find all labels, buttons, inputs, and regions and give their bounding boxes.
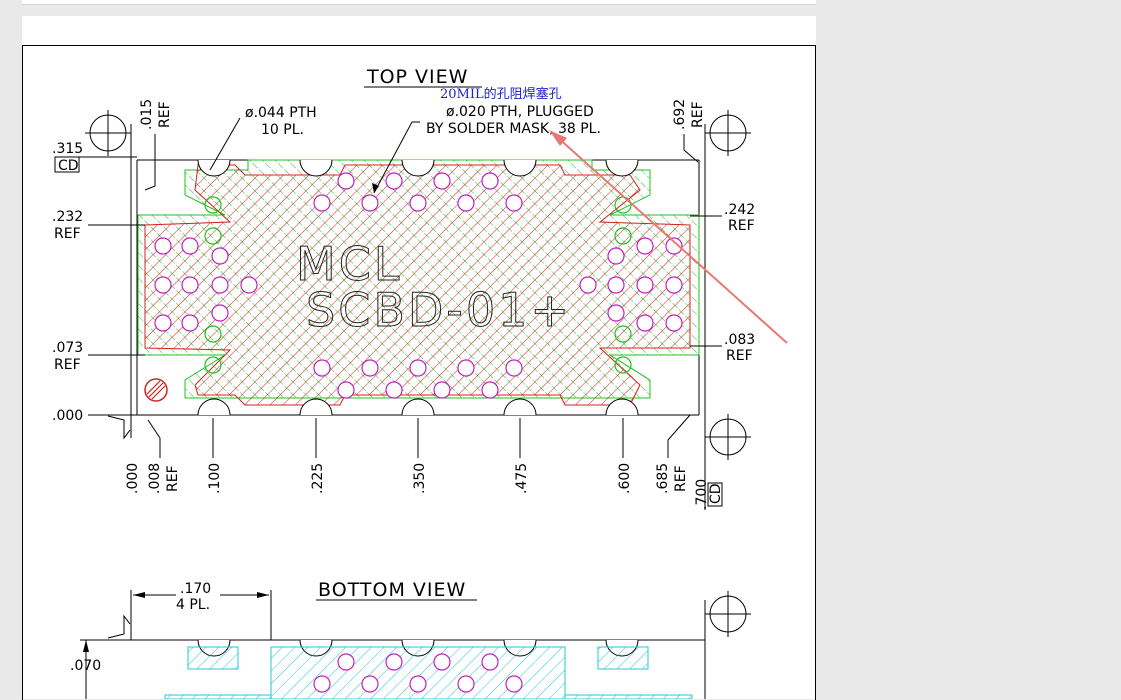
- svg-text:CD: CD: [58, 158, 79, 174]
- top-view: TOP VIEW MCL SCBD-01+ ø.044 PTH 10 PL. ø…: [52, 66, 788, 510]
- plugged-callout-note: BY SOLDER MASK, 38 PL.: [426, 121, 601, 137]
- bottom-dimensions: .000 .008 REF .100 .225 .350 .475 .600 .…: [125, 414, 724, 510]
- plugged-callout-dia: ø.020 PTH, PLUGGED: [446, 104, 594, 120]
- pcb-layout-drawing: TOP VIEW MCL SCBD-01+ ø.044 PTH 10 PL. ø…: [52, 66, 788, 699]
- top-view-title: TOP VIEW: [366, 66, 468, 88]
- svg-text:REF: REF: [54, 357, 81, 373]
- svg-text:REF: REF: [54, 226, 81, 242]
- svg-text:REF: REF: [726, 348, 753, 364]
- svg-text:.100: .100: [207, 463, 223, 494]
- svg-text:CD: CD: [708, 483, 724, 504]
- marking-line2: SCBD-01+: [306, 283, 572, 337]
- svg-text:.225: .225: [310, 463, 326, 494]
- svg-text:.475: .475: [514, 463, 530, 494]
- svg-text:REF: REF: [157, 101, 173, 128]
- pitch-count: 4 PL.: [176, 597, 210, 613]
- pth-callout-count: 10 PL.: [261, 122, 304, 138]
- pitch-value: .170: [180, 581, 211, 597]
- bottom-view: BOTTOM VIEW .170 4 PL. .070: [70, 579, 751, 699]
- right-dimensions: .242 REF .083 REF: [690, 202, 755, 364]
- svg-text:.083: .083: [724, 332, 755, 348]
- svg-text:REF: REF: [728, 218, 755, 234]
- svg-text:.000: .000: [125, 463, 141, 494]
- svg-text:.232: .232: [52, 209, 83, 225]
- pin1-marker-icon: [144, 378, 168, 402]
- svg-text:REF: REF: [673, 465, 689, 492]
- svg-text:.600: .600: [617, 463, 633, 494]
- target-mark-icon: [705, 591, 751, 637]
- svg-text:.073: .073: [52, 340, 83, 356]
- svg-text:.685: .685: [655, 463, 671, 494]
- svg-text:REF: REF: [165, 465, 181, 492]
- svg-text:.315: .315: [52, 141, 83, 157]
- bottom-view-title: BOTTOM VIEW: [318, 579, 466, 601]
- svg-text:.692: .692: [672, 99, 688, 130]
- pth-callout-dia: ø.044 PTH: [245, 105, 317, 121]
- svg-text:.015: .015: [139, 99, 155, 130]
- svg-text:REF: REF: [690, 101, 706, 128]
- svg-text:.000: .000: [52, 408, 83, 424]
- svg-text:.350: .350: [412, 463, 428, 494]
- svg-text:.242: .242: [724, 202, 755, 218]
- bottom-pads: [164, 646, 693, 699]
- svg-text:.008: .008: [147, 463, 163, 494]
- annotation-note: 20MIL的孔阻焊塞孔: [440, 86, 562, 102]
